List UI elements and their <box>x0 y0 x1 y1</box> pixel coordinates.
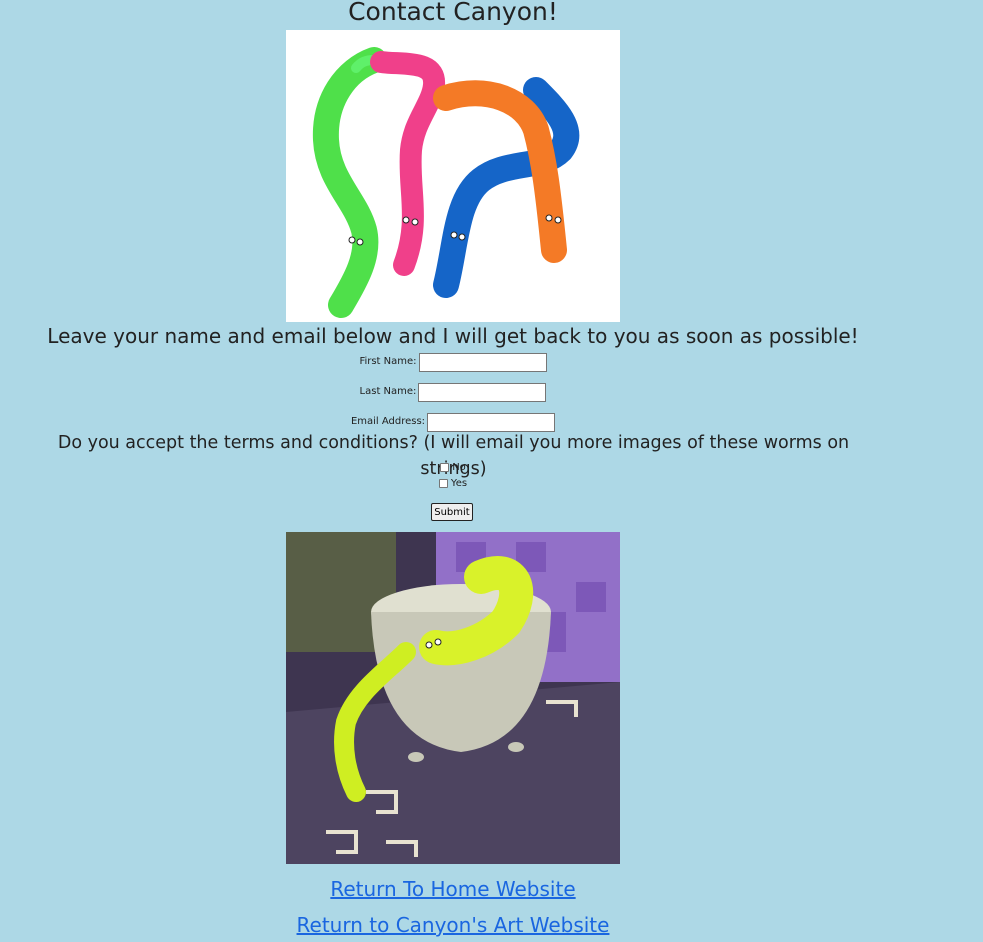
intro-text: Leave your name and email below and I wi… <box>47 324 859 348</box>
option-yes-row: Yes <box>0 477 906 491</box>
art-website-link[interactable]: Return to Canyon's Art Website <box>0 912 906 938</box>
first-name-row: First Name: <box>0 352 906 374</box>
email-field[interactable] <box>427 412 556 432</box>
last-name-field[interactable] <box>418 382 547 402</box>
worm-in-bathtub-image <box>286 532 620 864</box>
email-label: Email Address: <box>350 416 426 427</box>
submit-button[interactable]: Submit <box>431 503 473 521</box>
yes-label: Yes <box>450 478 468 489</box>
no-label: No <box>452 462 466 473</box>
first-name-label: First Name: <box>359 356 417 367</box>
last-name-label: Last Name: <box>359 386 417 397</box>
last-name-row: Last Name: <box>0 382 906 404</box>
home-website-link[interactable]: Return To Home Website <box>0 876 906 902</box>
no-checkbox[interactable] <box>440 462 450 472</box>
worms-on-strings-image <box>286 30 620 322</box>
yes-checkbox[interactable] <box>438 478 448 488</box>
first-name-field[interactable] <box>418 352 547 372</box>
page-title: Contact Canyon! <box>348 0 558 26</box>
option-no-row: No <box>0 461 906 475</box>
